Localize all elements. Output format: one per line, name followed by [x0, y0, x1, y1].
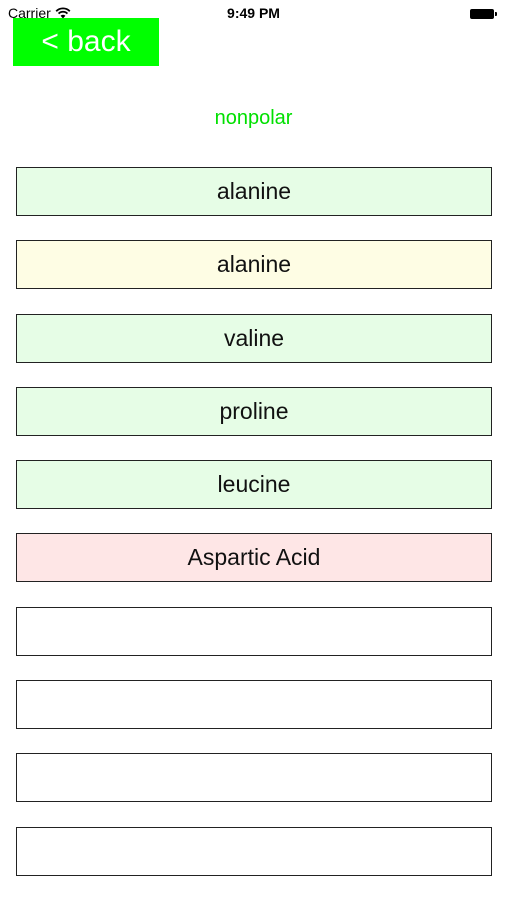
list-item[interactable]: leucine — [16, 460, 492, 510]
list-item[interactable] — [16, 606, 492, 656]
category-title: nonpolar — [214, 107, 293, 129]
battery-icon — [470, 8, 497, 19]
amino-acid-list: alanine alanine valine proline leucine A… — [16, 167, 492, 900]
list-item[interactable]: alanine — [16, 167, 492, 216]
list-item[interactable]: alanine — [16, 240, 492, 290]
list-item[interactable] — [16, 680, 492, 730]
list-item[interactable]: proline — [16, 386, 492, 436]
list-item[interactable] — [16, 826, 492, 876]
list-item[interactable]: valine — [16, 313, 492, 363]
list-item[interactable] — [16, 753, 492, 803]
back-button[interactable]: < back — [13, 18, 159, 66]
list-item[interactable]: Aspartic Acid — [16, 533, 492, 583]
